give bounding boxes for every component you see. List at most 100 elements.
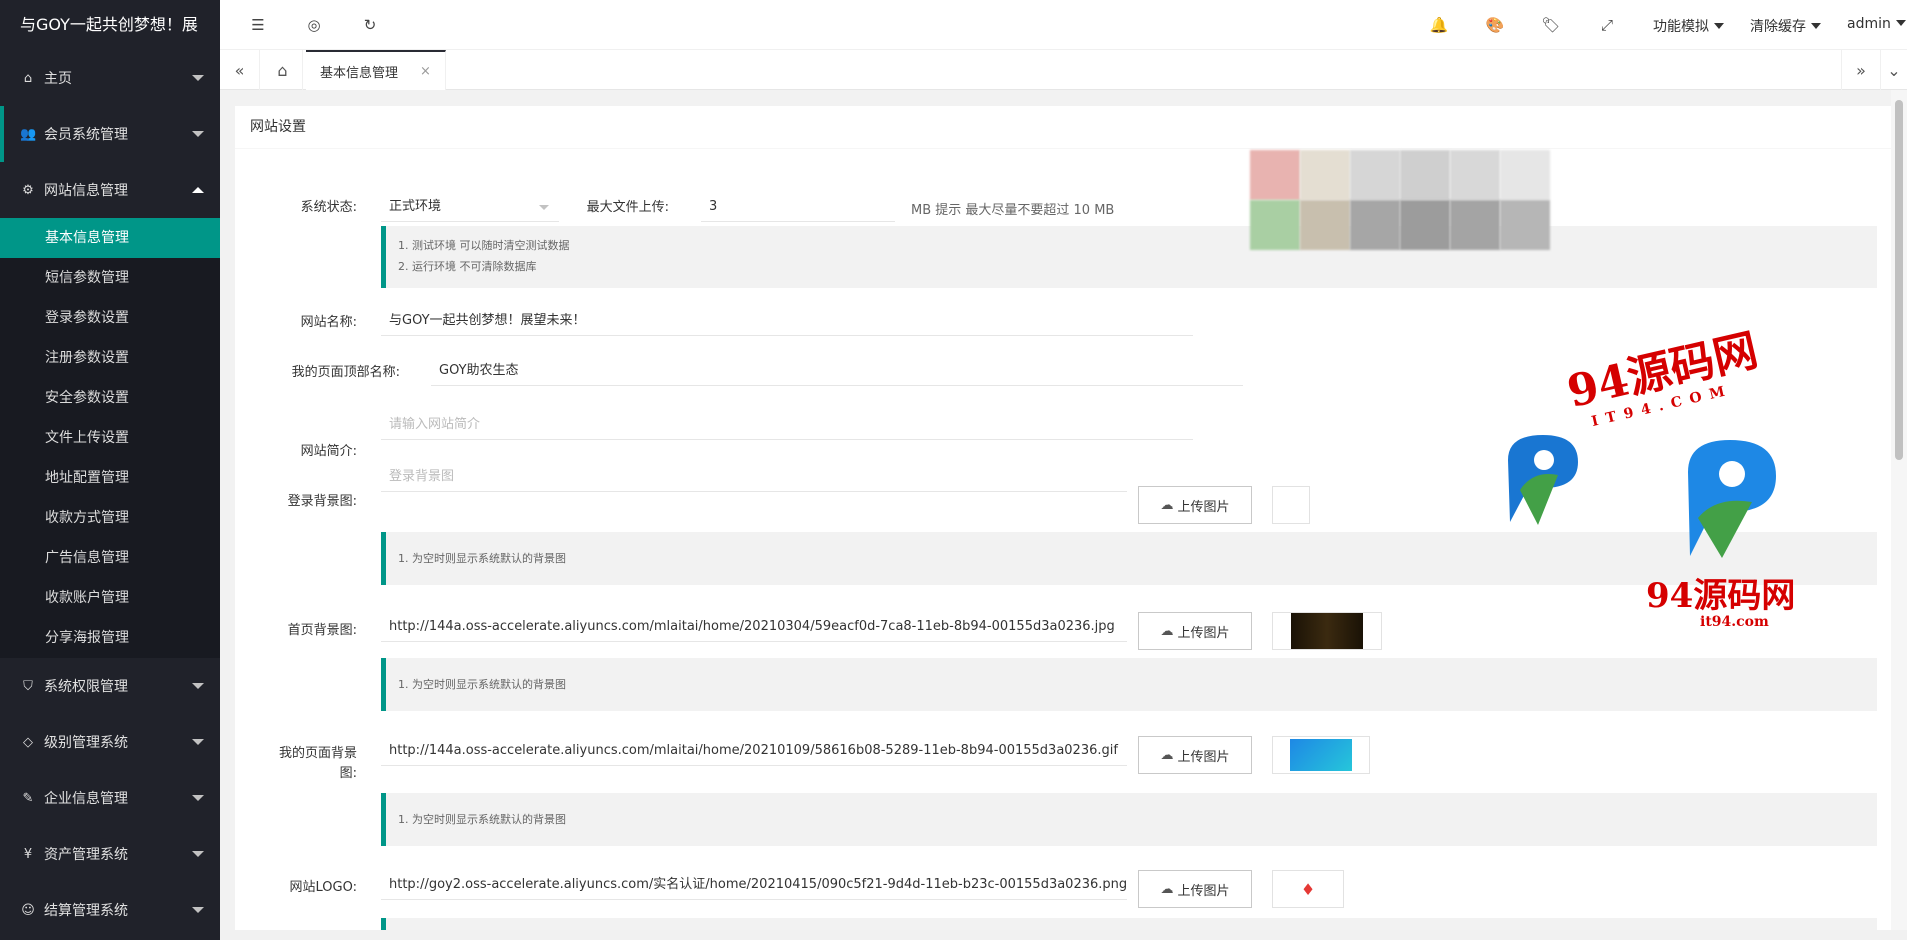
top-header: ☰ ◎ ↻ 🔔 🎨 🏷 ⤢ 功能模拟 清除缓存 admin [220, 0, 1907, 50]
sidebar-item-label: 系统权限管理 [44, 679, 128, 695]
sidebar-subitem-security[interactable]: 安全参数设置 [0, 378, 220, 418]
sidebar-item-label: 资产管理系统 [44, 847, 128, 863]
fullscreen-icon[interactable]: ⤢ [1596, 14, 1618, 36]
mybg-input[interactable]: http://144a.oss-accelerate.aliyuncs.com/… [381, 736, 1127, 766]
status-value: 正式环境 [389, 199, 442, 214]
gear-icon: ⚙ [22, 182, 34, 198]
maxfile-input[interactable]: 3 [701, 192, 895, 222]
bell-icon[interactable]: 🔔 [1428, 14, 1450, 36]
status-label: 系统状态: [300, 200, 357, 215]
watermark-url-text: it94.com [1700, 614, 1769, 630]
app-logo-title: 与GOY一起共创梦想！展 [0, 0, 220, 50]
sidebar-subitem-address[interactable]: 地址配置管理 [0, 458, 220, 498]
sidebar-item-levels[interactable]: ◇ 级别管理系统 [0, 714, 220, 770]
upload-button[interactable]: ☁ 上传图片 [1138, 612, 1252, 650]
caret-down-icon [1811, 23, 1821, 29]
sidebar-subitem-upload[interactable]: 文件上传设置 [0, 418, 220, 458]
sidebar-submenu: 基本信息管理 短信参数管理 登录参数设置 注册参数设置 安全参数设置 文件上传设… [0, 218, 220, 658]
cloud-upload-icon: ☁ [1160, 881, 1174, 897]
select-caret-icon [539, 205, 549, 210]
chevron-down-icon [192, 851, 204, 857]
tag-icon[interactable]: 🏷 [1540, 14, 1562, 36]
tip-line: 2. 运行环境 不可清除数据库 [398, 260, 537, 273]
yen-icon: ¥ [23, 846, 33, 862]
sidebar-item-label: 结算管理系统 [44, 903, 128, 919]
blur-cell [1250, 200, 1300, 250]
smile-icon: ☺ [21, 902, 35, 918]
caret-down-icon [1714, 23, 1724, 29]
upload-label: 上传图片 [1177, 749, 1230, 765]
upload-button[interactable]: ☁ 上传图片 [1138, 870, 1252, 908]
intro-input[interactable]: 请输入网站简介 [381, 410, 1193, 440]
function-simulate-menu[interactable]: 功能模拟 [1653, 16, 1724, 36]
app-window: 与GOY一起共创梦想！展 ⌂ 主页 👥 会员系统管理 ⚙ 网站信息管理 基本信息… [0, 0, 1907, 940]
mybg-preview [1272, 736, 1370, 774]
sidebar-item-enterprise[interactable]: ✎ 企业信息管理 [0, 770, 220, 826]
close-icon[interactable]: × [420, 64, 431, 79]
sidebar-item-label: 级别管理系统 [44, 735, 128, 751]
watermark-p-logo-right [1688, 440, 1776, 558]
upload-button[interactable]: ☁ 上传图片 [1138, 486, 1252, 524]
image-thumbnail [1291, 613, 1363, 649]
clear-cache-menu[interactable]: 清除缓存 [1750, 16, 1821, 36]
upload-label: 上传图片 [1177, 499, 1230, 515]
blur-cell [1350, 200, 1400, 250]
sidebar-item-settlement[interactable]: ☺ 结算管理系统 [0, 882, 220, 938]
upload-label: 上传图片 [1177, 625, 1230, 641]
sidebar: 与GOY一起共创梦想！展 ⌂ 主页 👥 会员系统管理 ⚙ 网站信息管理 基本信息… [0, 0, 220, 940]
sidebar-subitem-accounts[interactable]: 收款账户管理 [0, 578, 220, 618]
sidebar-item-site-info[interactable]: ⚙ 网站信息管理 [0, 162, 220, 218]
homebg-tip: 1. 为空时则显示系统默认的背景图 [381, 658, 1877, 711]
sidebar-subitem-login[interactable]: 登录参数设置 [0, 298, 220, 338]
sidebar-item-label: 会员系统管理 [44, 127, 128, 143]
diamond-icon: ◇ [23, 734, 33, 750]
shield-icon: ⛉ [23, 678, 33, 694]
blur-cell [1450, 200, 1500, 250]
globe-icon[interactable]: ◎ [303, 14, 325, 36]
tabs-scroll-right-icon[interactable]: » [1841, 50, 1881, 90]
intro-label: 网站简介: [300, 444, 357, 459]
edit-icon: ✎ [22, 790, 34, 806]
sidebar-subitem-sms[interactable]: 短信参数管理 [0, 258, 220, 298]
sidebar-item-home[interactable]: ⌂ 主页 [0, 50, 220, 106]
refresh-icon[interactable]: ↻ [359, 14, 381, 36]
blur-cell [1450, 150, 1500, 200]
scrollbar-thumb[interactable] [1895, 100, 1903, 460]
sidebar-subitem-payment[interactable]: 收款方式管理 [0, 498, 220, 538]
sidebar-item-members[interactable]: 👥 会员系统管理 [0, 106, 220, 162]
chevron-down-icon [192, 907, 204, 913]
logo-input[interactable]: http://goy2.oss-accelerate.aliyuncs.com/… [381, 870, 1127, 900]
topname-input[interactable]: GOY助农生态 [431, 356, 1243, 386]
tabs-dropdown-icon[interactable]: ⌄ [1881, 50, 1907, 90]
sidebar-item-assets[interactable]: ¥ 资产管理系统 [0, 826, 220, 882]
sidebar-item-permissions[interactable]: ⛉ 系统权限管理 [0, 658, 220, 714]
user-menu[interactable]: admin [1847, 16, 1906, 32]
upload-button[interactable]: ☁ 上传图片 [1138, 736, 1252, 774]
blur-cell [1300, 150, 1350, 200]
sidebar-item-label: 企业信息管理 [44, 791, 128, 807]
vertical-scrollbar[interactable] [1891, 90, 1907, 940]
menu-toggle-icon[interactable]: ☰ [247, 14, 269, 36]
sidebar-subitem-register[interactable]: 注册参数设置 [0, 338, 220, 378]
sitename-input[interactable]: 与GOY一起共创梦想！展望未来！ [381, 306, 1193, 336]
loginbg-input[interactable]: 登录背景图 [381, 462, 1127, 492]
loginbg-label: 登录背景图: [287, 494, 357, 509]
sidebar-subitem-poster[interactable]: 分享海报管理 [0, 618, 220, 658]
chevron-up-icon [192, 187, 204, 193]
sidebar-subitem-ads[interactable]: 广告信息管理 [0, 538, 220, 578]
loginbg-preview [1272, 486, 1310, 524]
chevron-down-icon [192, 131, 204, 137]
card-title: 网站设置 [235, 106, 1891, 149]
sidebar-subitem-basic-info[interactable]: 基本信息管理 [0, 218, 220, 258]
tab-basic-info[interactable]: 基本信息管理 × [306, 50, 446, 90]
cloud-upload-icon: ☁ [1160, 747, 1174, 763]
logo-label: 网站LOGO: [289, 880, 357, 895]
palette-icon[interactable]: 🎨 [1484, 14, 1506, 36]
logo-thumbnail-icon: ♦ [1300, 879, 1316, 899]
homebg-input[interactable]: http://144a.oss-accelerate.aliyuncs.com/… [381, 612, 1127, 642]
home-tab-icon[interactable]: ⌂ [263, 50, 303, 90]
horizontal-scrollbar[interactable] [220, 930, 1907, 940]
status-select[interactable]: 正式环境 [381, 192, 559, 222]
tabs-scroll-left-icon[interactable]: « [220, 50, 260, 90]
blur-cell [1350, 150, 1400, 200]
